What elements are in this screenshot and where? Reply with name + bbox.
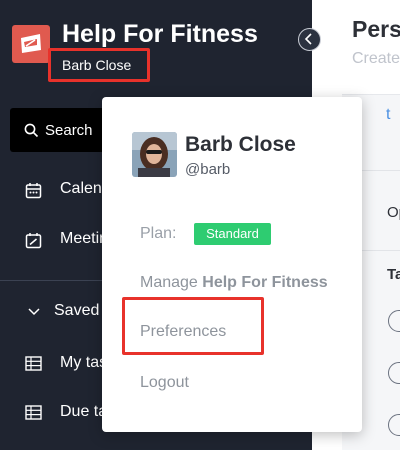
plan-label: Plan: — [140, 225, 177, 242]
table-icon — [25, 405, 42, 420]
profile-handle: @barb — [185, 161, 231, 178]
sidebar-divider — [0, 280, 112, 281]
page-subtitle: Create — [352, 50, 400, 67]
sidebar-item-my-tasks[interactable]: My tasks — [0, 348, 112, 380]
manage-prefix: Manage — [140, 274, 198, 291]
tab-active[interactable]: t — [386, 106, 390, 124]
search-label: Search — [45, 122, 93, 139]
sidebar-item-saved[interactable]: Saved — [0, 296, 112, 328]
chevron-down-icon — [28, 308, 40, 316]
search-button[interactable]: Search — [10, 108, 110, 152]
plan-badge: Standard — [194, 223, 271, 245]
sidebar-item-due-tasks[interactable]: Due tasks — [0, 397, 112, 429]
row-label: Op — [387, 204, 400, 221]
calendar-icon — [25, 183, 42, 199]
app-title: Help For Fitness — [62, 20, 258, 48]
sidebar-item-label: Saved — [54, 302, 100, 319]
app-logo-icon[interactable] — [12, 25, 50, 63]
user-name-label: Barb Close — [62, 57, 132, 73]
page-title: Pers — [352, 16, 400, 42]
sidebar-item-meetings[interactable]: Meetings — [0, 224, 112, 256]
manage-workspace-link[interactable]: Manage Help For Fitness — [140, 274, 328, 292]
meeting-icon — [25, 233, 42, 249]
table-icon — [25, 356, 42, 371]
avatar — [132, 132, 177, 177]
search-icon — [24, 123, 39, 138]
logout-menu-item[interactable]: Logout — [140, 374, 189, 392]
sidebar-item-calendar[interactable]: Calendar — [0, 174, 112, 206]
preferences-menu-item[interactable]: Preferences — [140, 323, 226, 341]
profile-name: Barb Close — [185, 133, 296, 156]
user-menu-button[interactable]: Barb Close — [48, 48, 150, 82]
chevron-left-icon — [304, 33, 312, 45]
collapse-sidebar-button[interactable] — [298, 28, 321, 51]
user-menu-popup: Barb Close @barb Plan: Standard Manage H… — [102, 97, 362, 432]
manage-workspace-name: Help For Fitness — [202, 274, 328, 291]
row-label: Ta — [387, 266, 400, 283]
